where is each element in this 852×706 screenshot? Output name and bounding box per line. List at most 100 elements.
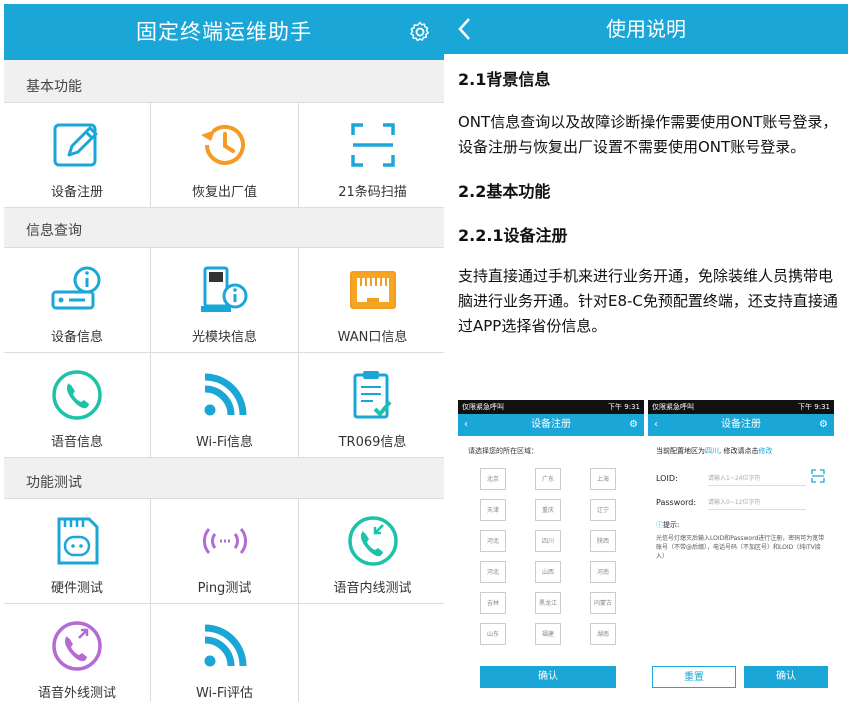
password-input: 请输入0~12位字符 (708, 496, 806, 510)
grid-item-label: Ping测试 (197, 581, 252, 596)
screenshot-thumbnail-province: 仅限紧急呼叫 下午 9:31 ‹ 设备注册 ⚙ 请选择您的所在区域： 北京 广东 上… (458, 400, 644, 702)
region-line: 当前配置地区为四川, 修改请点击修改 (656, 446, 772, 456)
grid-item-label: TR069信息 (338, 435, 407, 450)
grid-item-label: 设备信息 (50, 330, 103, 345)
function-test-grid: 硬件测试 Ping测试 语音内线测试 语音外线测试 Wi-Fi评估 (4, 498, 444, 702)
province-option: 陕西 (590, 530, 616, 552)
province-option: 四川 (535, 530, 561, 552)
wifi-icon (204, 624, 246, 667)
heading-device-register: 2.2.1设备注册 (458, 226, 568, 245)
province-option: 山东 (480, 623, 506, 645)
status-bar: 仅限紧急呼叫 下午 9:31 (458, 400, 644, 414)
loid-input: 请输入1~24位字符 (708, 472, 806, 486)
tip-heading: ⓘ提示: (656, 520, 679, 530)
grid-item-tr069-info[interactable]: TR069信息 (299, 353, 444, 457)
thumb-body: 请选择您的所在区域： 北京 广东 上海 天津 重庆 辽宁 河北 四川 陕西 河北 山西 河南 吉林 黑龙江… (458, 436, 644, 688)
province-option: 黑龙江 (535, 592, 561, 614)
region-prefix: 当前配置地区为 (656, 447, 705, 455)
paragraph-background: ONT信息查询以及故障诊断操作需要使用ONT账号登录，设备注册与恢复出厂设置不需… (458, 113, 838, 156)
grid-item-voice-internal-test[interactable]: 语音内线测试 (299, 499, 444, 603)
paragraph-device-register: 支持直接通过手机来进行业务开通，免除装维人员携带电脑进行业务开通。针对E8-C免… (458, 267, 838, 335)
password-label: Password: (656, 498, 697, 507)
grid-item-label: 光模块信息 (191, 330, 257, 345)
grid-item-label: Wi-Fi评估 (195, 686, 253, 701)
grid-item-wan-port[interactable]: WAN口信息 (299, 248, 444, 352)
province-option: 吉林 (480, 592, 506, 614)
grid-item-label: 21条码扫描 (338, 185, 407, 200)
device-info-icon (51, 266, 101, 310)
help-title: 使用说明 (606, 17, 686, 41)
province-option: 重庆 (535, 499, 561, 521)
grid-item-voice-external-test[interactable]: 语音外线测试 (4, 604, 150, 702)
help-document: 2.1背景信息 ONT信息查询以及故障诊断操作需要使用ONT账号登录，设备注册与… (458, 66, 842, 339)
grid-item-device-register[interactable]: 设备注册 (4, 103, 150, 207)
province-option: 内蒙古 (590, 592, 616, 614)
province-option: 北京 (480, 468, 506, 490)
info-icon: ⓘ (656, 521, 663, 529)
province-option: 河南 (590, 561, 616, 583)
grid-item-label: 语音信息 (50, 435, 103, 450)
right-screen: 使用说明 2.1背景信息 ONT信息查询以及故障诊断操作需要使用ONT账号登录，… (444, 4, 848, 702)
info-query-grid: 设备信息 光模块信息 WAN口信息 语音信息 Wi-Fi信息 TR069信息 (4, 247, 444, 458)
province-option: 天津 (480, 499, 506, 521)
grid-item-label: WAN口信息 (337, 330, 408, 345)
loid-label: LOID: (656, 474, 678, 483)
app-title: 固定终端运维助手 (136, 20, 312, 44)
tip-title: 提示: (663, 521, 680, 529)
thumb-title: 设备注册 (531, 419, 571, 430)
screenshot-root: 固定终端运维助手 基本功能 设备注册 恢复出厂值 21条码扫描 信息查询 设备信… (0, 0, 852, 706)
region-value: 四川 (705, 447, 719, 455)
grid-item-ping-test[interactable]: Ping测试 (151, 499, 298, 603)
grid-item-barcode-scan[interactable]: 21条码扫描 (299, 103, 444, 207)
grid-item-label: 设备注册 (50, 185, 103, 200)
province-option: 河北 (480, 530, 506, 552)
grid-item-label: 语音外线测试 (37, 686, 116, 701)
grid-item-label: 恢复出厂值 (191, 185, 257, 200)
section-label-basic: 基本功能 (4, 68, 444, 106)
grid-item-voice-info[interactable]: 语音信息 (4, 353, 150, 457)
section-label-test: 功能测试 (4, 464, 444, 502)
grid-item-wifi-info[interactable]: Wi-Fi信息 (151, 353, 298, 457)
scan-icon (811, 469, 825, 483)
app-header: 固定终端运维助手 (4, 4, 444, 60)
reset-button: 重置 (652, 666, 736, 688)
basic-functions-grid: 设备注册 恢复出厂值 21条码扫描 (4, 102, 444, 208)
region-hint: 请选择您的所在区域： (468, 447, 538, 455)
ethernet-port-icon (349, 271, 396, 309)
heading-basic-functions: 2.2基本功能 (458, 182, 551, 201)
scan-icon (350, 123, 395, 167)
grid-item-hardware-test[interactable]: 硬件测试 (4, 499, 150, 603)
grid-item-device-info[interactable]: 设备信息 (4, 248, 150, 352)
back-chevron-icon: ‹ (464, 419, 468, 430)
province-option: 河北 (480, 561, 506, 583)
ping-signal-icon (202, 528, 247, 554)
clipboard-check-icon (353, 371, 392, 419)
status-bar: 仅限紧急呼叫 下午 9:31 (648, 400, 834, 414)
heading-background: 2.1背景信息 (458, 70, 551, 89)
thumb-title: 设备注册 (721, 419, 761, 430)
phone-external-icon (52, 621, 102, 671)
province-option: 广东 (535, 468, 561, 490)
grid-item-optical-module[interactable]: 光模块信息 (151, 248, 298, 352)
status-left-text: 仅限紧急呼叫 (462, 403, 504, 411)
grid-item-label: 语音内线测试 (333, 581, 412, 596)
province-option: 福建 (535, 623, 561, 645)
grid-empty-cell (299, 604, 444, 702)
screenshot-thumbnail-loid-form: 仅限紧急呼叫 下午 9:31 ‹ 设备注册 ⚙ 当前配置地区为四川, 修改请点击… (648, 400, 834, 702)
gear-icon[interactable] (408, 20, 432, 44)
left-screen: 固定终端运维助手 基本功能 设备注册 恢复出厂值 21条码扫描 信息查询 设备信… (4, 4, 444, 702)
wifi-icon (204, 373, 246, 416)
phone-internal-icon (347, 516, 398, 566)
confirm-button: 确认 (480, 666, 616, 688)
optical-module-icon (200, 266, 247, 312)
province-option: 山西 (535, 561, 561, 583)
edit-icon (53, 123, 98, 167)
grid-item-factory-reset[interactable]: 恢复出厂值 (151, 103, 298, 207)
help-header: 使用说明 (444, 4, 848, 54)
sd-card-icon (57, 517, 99, 565)
province-option: 辽宁 (590, 499, 616, 521)
phone-icon (52, 370, 102, 420)
grid-item-wifi-evaluation[interactable]: Wi-Fi评估 (151, 604, 298, 702)
status-time: 下午 9:31 (608, 403, 640, 411)
status-left-text: 仅限紧急呼叫 (652, 403, 694, 411)
